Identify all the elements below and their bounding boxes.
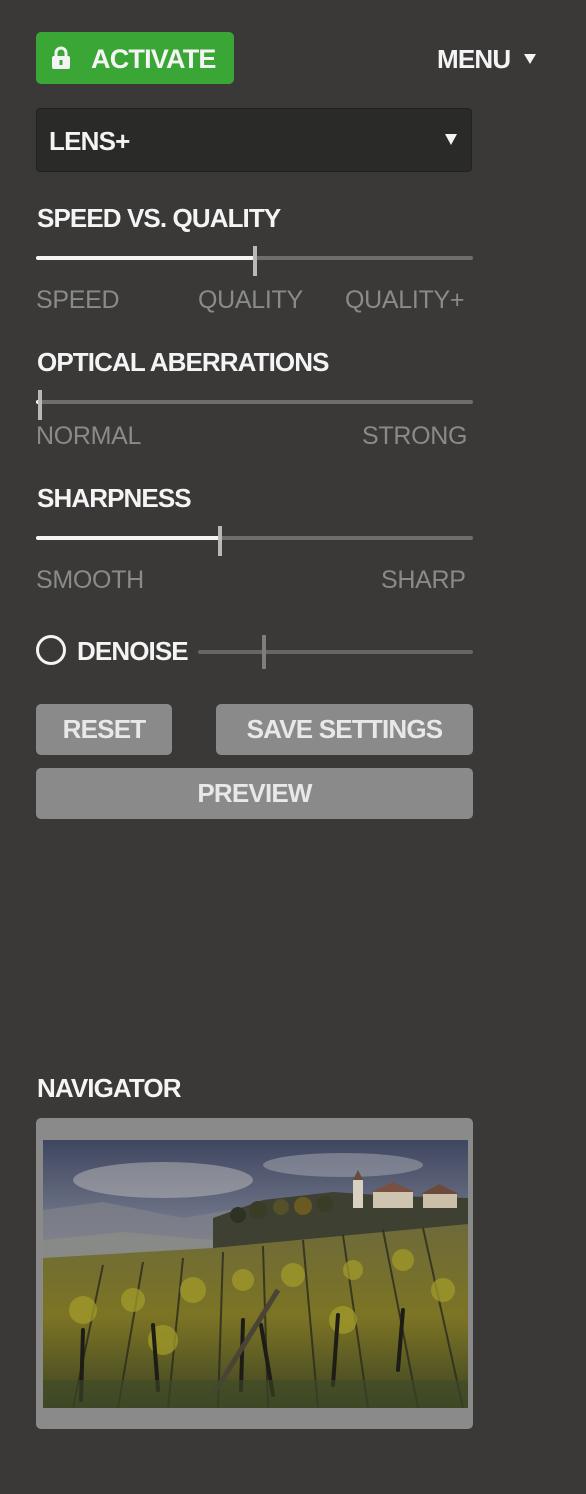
sharp-label: SHARP <box>381 566 466 594</box>
denoise-slider[interactable] <box>198 635 473 669</box>
menu-label: MENU <box>437 43 511 74</box>
lens-select-value: LENS+ <box>49 126 130 156</box>
quality-plus-label: QUALITY+ <box>345 286 465 314</box>
denoise-label: DENOISE <box>77 636 189 666</box>
slider-thumb[interactable] <box>217 526 222 556</box>
chevron-down-icon <box>524 54 537 64</box>
speed-label: SPEED <box>36 286 120 314</box>
denoise-toggle[interactable] <box>36 635 66 665</box>
smooth-label: SMOOTH <box>36 566 144 594</box>
menu-button[interactable]: MENU <box>437 42 537 76</box>
slider-fill <box>36 256 255 260</box>
normal-label: NORMAL <box>36 422 142 450</box>
slider-track <box>36 400 473 404</box>
lens-select[interactable]: LENS+ <box>36 108 472 172</box>
optical-aberrations-title: OPTICAL ABERRATIONS <box>37 347 329 377</box>
slider-thumb[interactable] <box>252 246 257 276</box>
quality-label: QUALITY <box>198 286 303 314</box>
speed-quality-title: SPEED VS. QUALITY <box>37 203 281 233</box>
optical-aberrations-slider[interactable] <box>36 390 473 420</box>
strong-label: STRONG <box>362 422 468 450</box>
slider-thumb[interactable] <box>262 635 266 669</box>
lock-icon <box>52 46 70 69</box>
slider-thumb[interactable] <box>38 390 43 420</box>
slider-fill <box>36 536 220 540</box>
slider-track <box>198 650 473 654</box>
reset-button[interactable]: RESET <box>36 704 172 755</box>
chevron-down-icon <box>445 134 457 145</box>
navigator-thumbnail[interactable] <box>43 1140 468 1408</box>
preview-button[interactable]: PREVIEW <box>36 768 473 819</box>
activate-label: ACTIVATE <box>91 44 216 74</box>
navigator-title: NAVIGATOR <box>37 1073 181 1103</box>
navigator-panel[interactable] <box>36 1118 473 1429</box>
sharpness-title: SHARPNESS <box>37 483 192 513</box>
sharpness-slider[interactable] <box>36 526 473 556</box>
activate-button[interactable]: ACTIVATE <box>36 32 234 84</box>
speed-quality-slider[interactable] <box>36 246 473 276</box>
save-settings-button[interactable]: SAVE SETTINGS <box>216 704 473 755</box>
